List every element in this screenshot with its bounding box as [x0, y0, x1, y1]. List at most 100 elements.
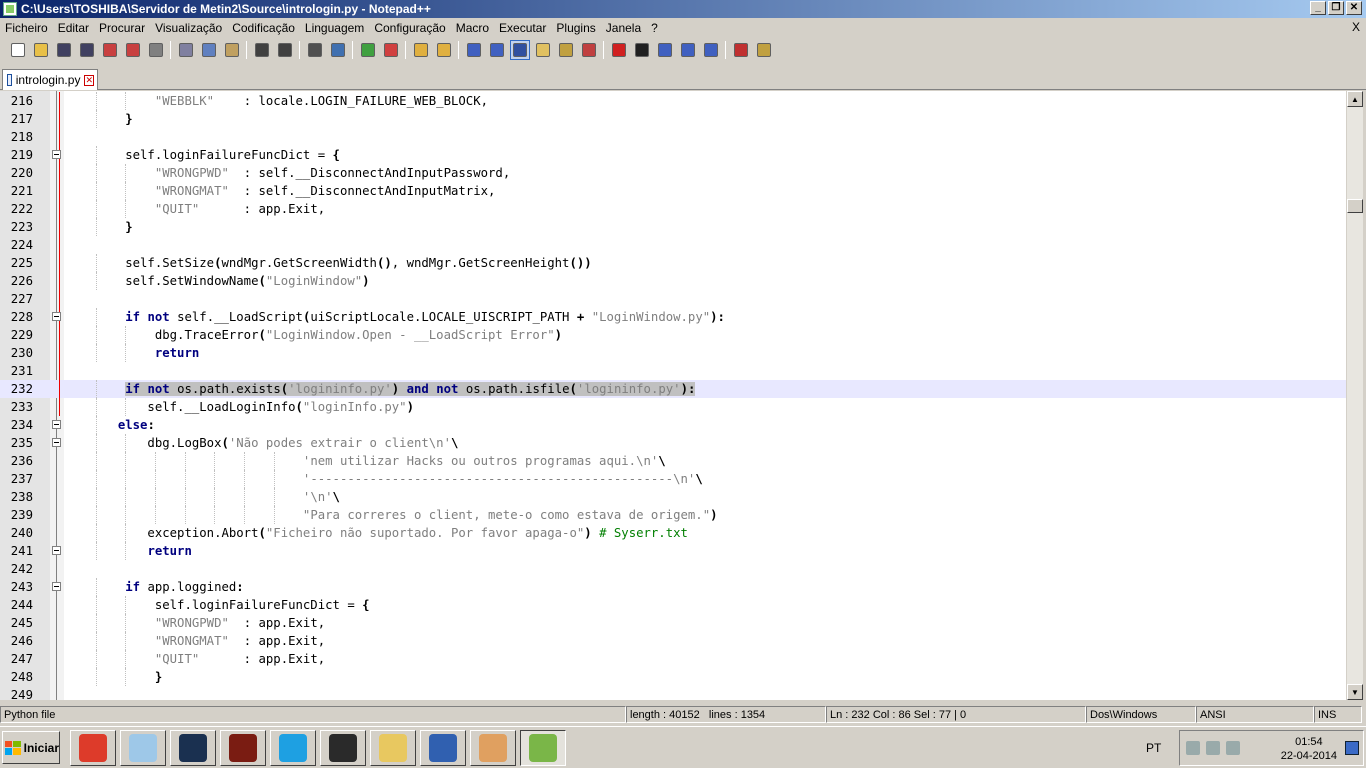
menu-plugins[interactable]: Plugins — [551, 21, 600, 35]
cut-button[interactable] — [176, 40, 196, 60]
change-marker — [59, 164, 60, 182]
spell-check-button[interactable] — [731, 40, 751, 60]
language-indicator[interactable]: PT — [1146, 741, 1161, 755]
menu-help[interactable]: ? — [646, 21, 663, 35]
code-text: else: — [66, 416, 155, 434]
replace-button[interactable] — [328, 40, 348, 60]
fold-toggle-icon[interactable] — [52, 438, 61, 447]
close-button[interactable]: ✕ — [1346, 1, 1362, 15]
menu-linguagem[interactable]: Linguagem — [300, 21, 369, 35]
taskbar-paint[interactable] — [470, 730, 516, 766]
fold-toggle-icon[interactable] — [52, 546, 61, 555]
taskbar-vpn[interactable] — [420, 730, 466, 766]
code-text: exception.Abort("Ficheiro não suportado.… — [66, 524, 688, 542]
taskbar-file-explorer[interactable] — [370, 730, 416, 766]
paste-button[interactable] — [222, 40, 242, 60]
menu-executar[interactable]: Executar — [494, 21, 551, 35]
volume-icon[interactable] — [1226, 741, 1240, 755]
change-marker — [59, 272, 60, 290]
menu-configuracao[interactable]: Configuração — [369, 21, 450, 35]
close-document-button[interactable]: X — [1352, 20, 1360, 34]
show-desktop-icon[interactable] — [1345, 741, 1359, 755]
change-marker — [59, 326, 60, 344]
restore-button[interactable]: ❐ — [1328, 1, 1344, 15]
clock-time: 01:54 — [1295, 736, 1323, 748]
zoom-in-icon — [360, 43, 375, 57]
fold-toggle-icon[interactable] — [52, 420, 61, 429]
redo-button[interactable] — [275, 40, 295, 60]
zoom-in-button[interactable] — [358, 40, 378, 60]
plugin-button[interactable] — [754, 40, 774, 60]
menu-procurar[interactable]: Procurar — [94, 21, 150, 35]
save-button[interactable] — [54, 40, 74, 60]
close-file-button[interactable] — [100, 40, 120, 60]
print-button[interactable] — [146, 40, 166, 60]
taskbar-notepad[interactable] — [120, 730, 166, 766]
code-text: } — [66, 668, 162, 686]
scroll-thumb[interactable] — [1347, 199, 1363, 213]
fold-toggle-icon[interactable] — [52, 150, 61, 159]
code-line: 235 dbg.LogBox('Não podes extrair o clie… — [0, 434, 1346, 452]
function-list-icon — [581, 43, 596, 57]
indent-guide-button[interactable] — [509, 40, 530, 60]
menu-codificacao[interactable]: Codificação — [227, 21, 300, 35]
menu-ficheiro[interactable]: Ficheiro — [0, 21, 53, 35]
clock[interactable]: 01:54 22-04-2014 — [1281, 735, 1337, 763]
show-all-chars-button[interactable] — [487, 40, 507, 60]
sync-vertical-icon — [413, 43, 428, 57]
undo-button[interactable] — [252, 40, 272, 60]
taskbar-chrome[interactable] — [70, 730, 116, 766]
chrome-icon — [79, 734, 107, 762]
new-file-icon — [10, 43, 25, 57]
run-macro-multiple-button[interactable] — [678, 40, 698, 60]
play-macro-button[interactable] — [655, 40, 675, 60]
stop-macro-button[interactable] — [632, 40, 652, 60]
taskbar-metin2[interactable] — [220, 730, 266, 766]
zoom-out-button[interactable] — [381, 40, 401, 60]
sync-horizontal-button[interactable] — [434, 40, 454, 60]
code-token: if — [125, 310, 141, 324]
start-button[interactable]: Iniciar — [2, 731, 60, 764]
code-editor[interactable]: 216 "WEBBLK" : locale.LOGIN_FAILURE_WEB_… — [0, 91, 1346, 700]
record-macro-button[interactable] — [609, 40, 629, 60]
close-all-button[interactable] — [123, 40, 143, 60]
code-line: 237 '-----------------------------------… — [0, 470, 1346, 488]
menu-editar[interactable]: Editar — [53, 21, 94, 35]
word-wrap-button[interactable] — [464, 40, 484, 60]
copy-button[interactable] — [199, 40, 219, 60]
tab-intrologin[interactable]: intrologin.py ✕ — [2, 69, 98, 90]
find-button[interactable] — [305, 40, 325, 60]
menu-visualizacao[interactable]: Visualização — [150, 21, 227, 35]
close-tab-icon[interactable]: ✕ — [84, 74, 94, 86]
fold-toggle-icon[interactable] — [52, 312, 61, 321]
code-text: self.SetSize(wndMgr.GetScreenWidth(), wn… — [66, 254, 591, 272]
vertical-scrollbar[interactable]: ▲ ▼ — [1346, 91, 1363, 700]
taskbar-notepad-plus-plus[interactable] — [520, 730, 566, 766]
network-icon[interactable] — [1206, 741, 1220, 755]
open-file-button[interactable] — [31, 40, 51, 60]
toolbar-separator — [458, 41, 459, 59]
taskbar-steam[interactable] — [320, 730, 366, 766]
doc-map-button[interactable] — [556, 40, 576, 60]
code-token: ( — [569, 382, 577, 396]
menu-macro[interactable]: Macro — [451, 21, 494, 35]
show-hidden-icons-icon[interactable] — [1186, 741, 1200, 755]
scroll-up-icon[interactable]: ▲ — [1347, 91, 1363, 107]
scroll-down-icon[interactable]: ▼ — [1347, 684, 1363, 700]
function-list-button[interactable] — [579, 40, 599, 60]
user-defined-lang-button[interactable] — [533, 40, 553, 60]
save-all-button[interactable] — [77, 40, 97, 60]
taskbar-league-of-legends[interactable] — [170, 730, 216, 766]
status-lines-value: lines : 1354 — [708, 709, 766, 721]
menu-janela[interactable]: Janela — [601, 21, 646, 35]
new-file-button[interactable] — [8, 40, 28, 60]
sync-vertical-button[interactable] — [411, 40, 431, 60]
fold-toggle-icon[interactable] — [52, 582, 61, 591]
vpn-icon — [429, 734, 457, 762]
minimize-button[interactable]: _ — [1310, 1, 1326, 15]
save-macro-button[interactable] — [701, 40, 721, 60]
taskbar-skype[interactable] — [270, 730, 316, 766]
